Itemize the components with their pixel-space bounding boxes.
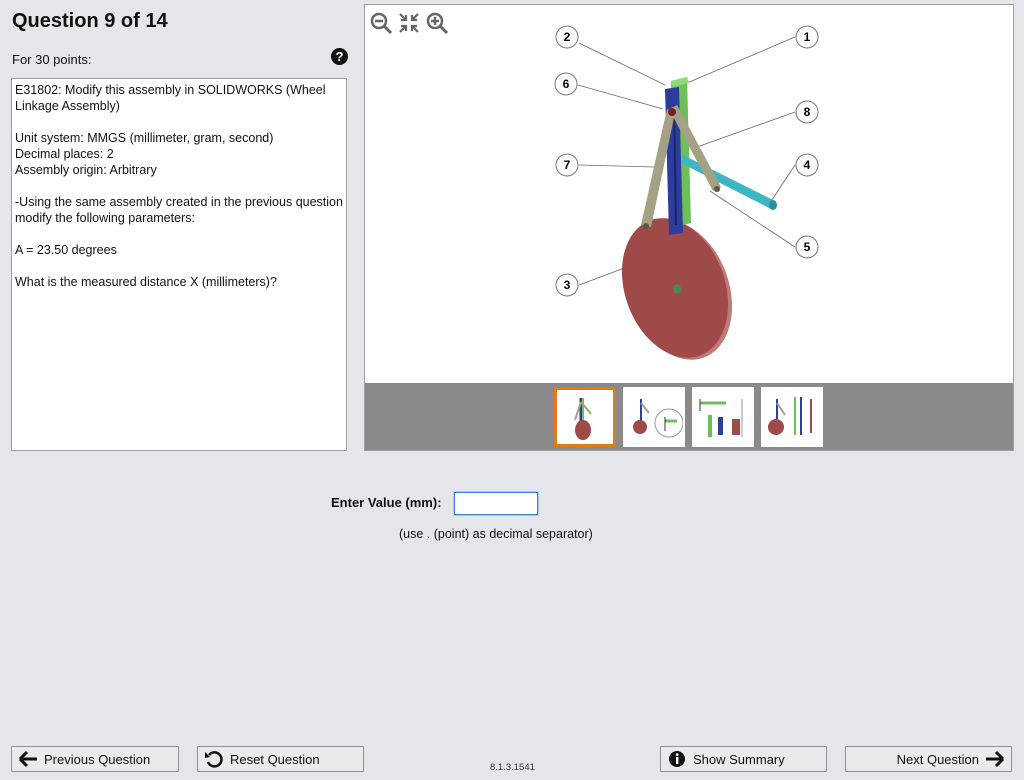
callout-4: 4: [795, 153, 819, 177]
svg-text:6: 6: [563, 77, 570, 91]
decimal-hint: (use . (point) as decimal separator): [399, 527, 593, 541]
thumbnail-1[interactable]: [554, 387, 616, 447]
thumbnail-strip: [365, 383, 1013, 450]
instruction-text: -Using the same assembly created in the …: [15, 195, 343, 225]
reset-question-button[interactable]: Reset Question: [197, 746, 364, 772]
image-viewer: 2 1 6 8 7 4 5 3: [364, 4, 1014, 451]
points-label: For 30 points:: [12, 52, 92, 67]
fit-view-icon[interactable]: [397, 11, 421, 35]
next-question-label: Next Question: [896, 751, 979, 767]
callout-2: 2: [555, 25, 579, 49]
help-icon[interactable]: ?: [331, 48, 348, 65]
zoom-in-icon[interactable]: [425, 11, 449, 35]
reset-question-label: Reset Question: [230, 751, 320, 767]
zoom-toolbar: [369, 11, 449, 35]
previous-question-label: Previous Question: [44, 751, 151, 767]
question-title: Question 9 of 14: [12, 10, 168, 32]
svg-text:3: 3: [564, 278, 571, 292]
callout-1: 1: [795, 25, 819, 49]
show-summary-button[interactable]: Show Summary: [660, 746, 827, 772]
info-icon: [667, 750, 687, 768]
svg-text:8: 8: [804, 105, 811, 119]
unit-system: Unit system: MMGS (millimeter, gram, sec…: [15, 131, 274, 145]
callout-7: 7: [555, 153, 579, 177]
arrow-left-icon: [18, 750, 38, 768]
version-label: 8.1.3.1541: [490, 762, 535, 773]
question-line-1: E31802: Modify this assembly in SOLIDWOR…: [15, 83, 326, 113]
svg-text:5: 5: [804, 240, 811, 254]
enter-value-label: Enter Value (mm):: [331, 495, 442, 510]
thumbnail-2[interactable]: [623, 387, 685, 447]
question-text-box: E31802: Modify this assembly in SOLIDWOR…: [11, 78, 347, 451]
decimal-places: Decimal places: 2: [15, 147, 114, 161]
next-question-button[interactable]: Next Question: [845, 746, 1012, 772]
thumbnail-3[interactable]: [692, 387, 754, 447]
arrow-right-icon: [985, 750, 1005, 768]
callout-6: 6: [554, 72, 578, 96]
assembly-origin: Assembly origin: Arbitrary: [15, 163, 157, 177]
svg-text:7: 7: [564, 158, 571, 172]
show-summary-label: Show Summary: [693, 751, 785, 767]
prompt-text: What is the measured distance X (millime…: [15, 275, 277, 289]
svg-text:2: 2: [564, 30, 571, 44]
parameter-text: A = 23.50 degrees: [15, 243, 117, 257]
reset-icon: [204, 750, 224, 768]
previous-question-button[interactable]: Previous Question: [11, 746, 179, 772]
assembly-diagram: 2 1 6 8 7 4 5 3: [554, 25, 819, 360]
answer-input[interactable]: [454, 492, 538, 515]
callout-5: 5: [795, 235, 819, 259]
thumbnail-4[interactable]: [761, 387, 823, 447]
svg-text:1: 1: [804, 30, 811, 44]
svg-text:4: 4: [804, 158, 811, 172]
zoom-out-icon[interactable]: [369, 11, 393, 35]
callout-3: 3: [555, 273, 579, 297]
callout-8: 8: [795, 100, 819, 124]
